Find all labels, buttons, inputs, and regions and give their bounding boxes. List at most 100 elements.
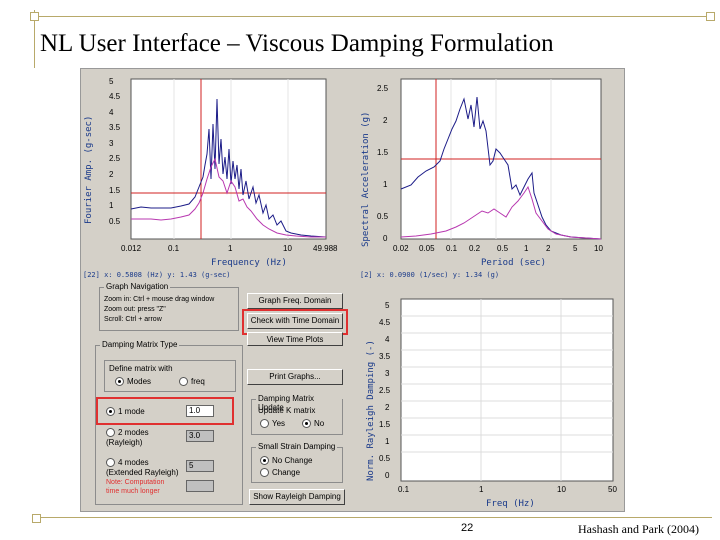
nochange-label: No Change [272, 456, 313, 465]
define-matrix-label: Define matrix with [109, 364, 173, 373]
spectral-xtick-0.02: 0.02 [393, 244, 409, 253]
fourier-ylabel: Fourier Amp. (g-sec) [84, 115, 94, 224]
spectral-ylabel: Spectral Acceleration (g) [361, 111, 371, 247]
damping-ytick-3: 3 [385, 369, 390, 378]
mode2-radio[interactable] [106, 428, 115, 438]
fourier-xtick-1: 1 [228, 244, 233, 253]
fourier-ytick-1: 1 [109, 201, 114, 210]
mode4-label: 4 modes [118, 458, 149, 467]
mode2-option[interactable]: 2 modes [106, 428, 149, 438]
update-k-label: Update K matrix [258, 406, 316, 415]
fourier-xtick-10: 10 [283, 244, 292, 253]
update-no-option[interactable]: No [302, 419, 325, 429]
title-rule-top [34, 16, 710, 17]
change-label: Change [272, 468, 301, 477]
freq-label: freq [191, 377, 205, 386]
corner-top-left [30, 12, 39, 21]
fourier-xlabel: Frequency (Hz) [211, 258, 287, 268]
fourier-ytick-4.5: 4.5 [109, 92, 121, 101]
app-window: Fourier Amp. (g-sec) 5 4.5 4 3.5 3 2.5 2… [80, 68, 625, 512]
mode4-sub-label: (Extended Rayleigh) [106, 468, 179, 477]
damping-matrix-update-group: Damping Matrix Update Update K matrix Ye… [251, 394, 343, 435]
computation-note: Note: Computation time much longer [106, 479, 165, 495]
fourier-ytick-3: 3 [109, 139, 114, 148]
graph-nav-line-1: Zoom in: Ctrl + mouse drag window [104, 296, 215, 303]
fourier-ytick-2.5: 2.5 [109, 154, 121, 163]
small-strain-title: Small Strain Damping [256, 442, 338, 451]
spectral-ytick-2: 2 [383, 116, 388, 125]
change-option[interactable]: Change [260, 468, 301, 478]
damping-ytick-2.5: 2.5 [379, 386, 391, 395]
small-strain-damping-group: Small Strain Damping No Change Change [251, 442, 343, 483]
corner-top-right [706, 12, 715, 21]
footer-rule [36, 517, 712, 518]
modes-radio[interactable] [115, 377, 124, 387]
damping-xtick-1: 1 [479, 485, 484, 494]
mode4-second-field[interactable] [186, 480, 214, 492]
mode2-value-field[interactable]: 3.0 [186, 430, 214, 442]
damping-ylabel: Norm. Rayleigh Damping (-) [366, 340, 376, 481]
damping-xtick-0.1: 0.1 [398, 485, 410, 494]
mode2-label: 2 modes [118, 428, 149, 437]
damping-xtick-50: 50 [608, 485, 617, 494]
mode1-highlight [96, 397, 234, 425]
spectral-xtick-0.2: 0.2 [469, 244, 481, 253]
damping-ytick-1.5: 1.5 [379, 420, 391, 429]
page-number: 22 [461, 522, 474, 534]
mode4-radio[interactable] [106, 458, 115, 468]
damping-plot[interactable] [356, 289, 624, 511]
update-yes-option[interactable]: Yes [260, 419, 286, 429]
graph-nav-line-2: Zoom out: press "Z" [104, 306, 166, 313]
no-radio[interactable] [302, 419, 311, 429]
define-matrix-group: Define matrix with Modes freq [104, 360, 236, 392]
change-radio[interactable] [260, 468, 269, 478]
corner-bottom-left [32, 514, 41, 523]
damping-matrix-type-title: Damping Matrix Type [100, 340, 180, 349]
graph-navigation-title: Graph Navigation [104, 282, 171, 291]
view-time-plots-button[interactable]: View Time Plots [247, 332, 343, 346]
show-rayleigh-button[interactable]: Show Rayleigh Damping [249, 489, 345, 505]
damping-ytick-0.5: 0.5 [379, 454, 391, 463]
fourier-ytick-5: 5 [109, 77, 114, 86]
graph-navigation-group: Graph Navigation Zoom in: Ctrl + mouse d… [99, 282, 239, 331]
fourier-xtick-0.1: 0.1 [168, 244, 180, 253]
graph-nav-line-3: Scroll: Ctrl + arrow [104, 316, 162, 323]
spectral-xtick-1: 1 [524, 244, 529, 253]
mode2-sub-label: (Rayleigh) [106, 438, 143, 447]
print-graphs-button[interactable]: Print Graphs... [247, 369, 343, 385]
spectral-xtick-5: 5 [573, 244, 578, 253]
spectral-xtick-2: 2 [546, 244, 551, 253]
nochange-option[interactable]: No Change [260, 456, 313, 466]
freq-radio[interactable] [179, 377, 188, 387]
spectral-ytick-0.5: 0.5 [377, 212, 389, 221]
damping-ytick-1: 1 [385, 437, 390, 446]
spectral-xtick-10: 10 [594, 244, 603, 253]
damping-ytick-2: 2 [385, 403, 390, 412]
fourier-xtick-0.012: 0.012 [121, 244, 142, 253]
fourier-ytick-1.5: 1.5 [109, 186, 121, 195]
spectral-xtick-0.1: 0.1 [446, 244, 458, 253]
spectral-ytick-2.5: 2.5 [377, 84, 389, 93]
damping-ytick-4.5: 4.5 [379, 318, 391, 327]
damping-ytick-0: 0 [385, 471, 390, 480]
mode4-option[interactable]: 4 modes [106, 458, 149, 468]
nochange-radio[interactable] [260, 456, 269, 466]
mode4-value-field[interactable]: 5 [186, 460, 214, 472]
slide-title: NL User Interface – Viscous Damping Form… [40, 30, 554, 57]
damping-ytick-3.5: 3.5 [379, 352, 391, 361]
no-label: No [314, 419, 325, 428]
yes-radio[interactable] [260, 419, 269, 429]
spectral-ytick-1: 1 [383, 180, 388, 189]
spectral-ytick-0: 0 [383, 234, 388, 243]
spectral-readout: [2] x: 0.0900 (1/sec) y: 1.34 (g) [360, 271, 500, 279]
damping-ytick-4: 4 [385, 335, 390, 344]
define-freq-option[interactable]: freq [179, 377, 205, 387]
credit-text: Hashash and Park (2004) [578, 522, 699, 536]
graph-freq-domain-button[interactable]: Graph Freq. Domain [247, 293, 343, 309]
damping-xlabel: Freq (Hz) [486, 499, 535, 509]
damping-ytick-5: 5 [385, 301, 390, 310]
yes-label: Yes [272, 419, 286, 428]
define-modes-option[interactable]: Modes [115, 377, 151, 387]
fourier-ytick-4: 4 [109, 108, 114, 117]
spectral-xtick-0.05: 0.05 [419, 244, 435, 253]
